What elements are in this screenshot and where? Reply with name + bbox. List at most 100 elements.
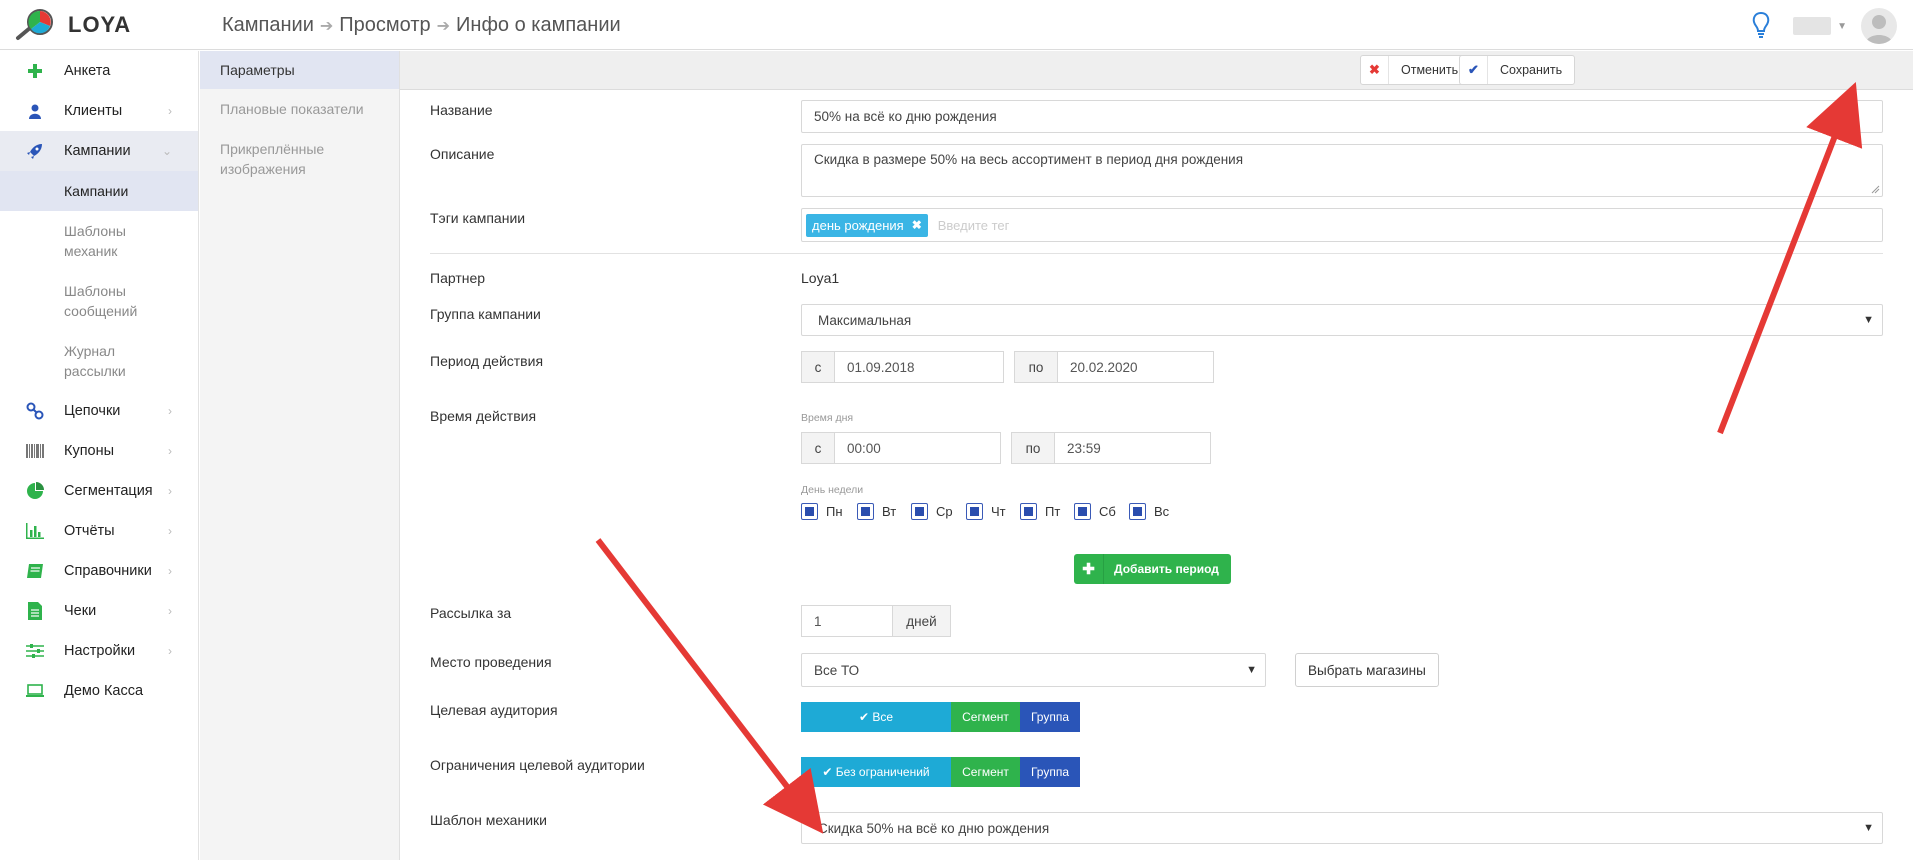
caret-down-icon: ▼ <box>1246 664 1257 676</box>
mailing-label: Рассылка за <box>430 605 512 621</box>
place-select[interactable]: Все ТО ▼ <box>801 653 1266 687</box>
chevron-right-icon: › <box>168 564 172 578</box>
period-to-addon: по <box>1014 351 1058 383</box>
top-header: LOYA Кампании ➔ Просмотр ➔ Инфо о кампан… <box>0 0 1913 50</box>
pie-chart-icon <box>26 482 44 500</box>
sidebar: Анкета Клиенты › Кампании ⌄ Кампании Шаб… <box>0 51 199 860</box>
weekday-checkbox-wed[interactable]: Ср <box>911 503 953 520</box>
time-label: Время действия <box>430 408 537 424</box>
avatar[interactable] <box>1861 8 1897 44</box>
limits-option-label: Без ограничений <box>835 765 930 779</box>
cancel-button[interactable]: ✖ Отменить <box>1360 55 1472 85</box>
limits-option-none[interactable]: ✔ Без ограничений <box>801 757 951 787</box>
sidebar-item-coupons[interactable]: Купоны › <box>0 431 198 471</box>
weekday-label: Сб <box>1099 504 1116 519</box>
weekday-checkbox-tue[interactable]: Вт <box>857 503 896 520</box>
weekday-checkbox-thu[interactable]: Чт <box>966 503 1006 520</box>
weekday-label: Пт <box>1045 504 1061 519</box>
description-textarea[interactable]: Скидка в размере 50% на весь ассортимент… <box>801 144 1883 197</box>
chevron-right-icon: › <box>168 604 172 618</box>
limits-option-segment[interactable]: Сегмент <box>951 757 1020 787</box>
breadcrumb-item: Инфо о кампании <box>456 14 621 36</box>
period-from-input[interactable]: 01.09.2018 <box>834 351 1004 383</box>
checkbox-checked-icon <box>1020 503 1037 520</box>
save-button-label: Сохранить <box>1500 63 1563 77</box>
audience-option-label: Все <box>872 710 894 724</box>
checkbox-checked-icon <box>857 503 874 520</box>
subnav-item-parameters[interactable]: Параметры <box>200 51 399 89</box>
limits-option-group[interactable]: Группа <box>1020 757 1080 787</box>
chevron-down-icon: ⌄ <box>161 144 172 158</box>
weekday-label: Чт <box>991 504 1006 519</box>
sidebar-subitem-mechanic-templates[interactable]: Шаблоны механик <box>0 211 150 271</box>
tag-placeholder: Введите тег <box>937 217 1010 233</box>
time-from-input[interactable]: 00:00 <box>834 432 1001 464</box>
weekday-checkbox-sat[interactable]: Сб <box>1074 503 1116 520</box>
campaign-form: Название 50% на всё ко дню рождения Опис… <box>400 90 1913 860</box>
place-value: Все ТО <box>814 662 860 678</box>
weekday-checkbox-mon[interactable]: Пн <box>801 503 843 520</box>
logo[interactable]: LOYA <box>14 8 131 42</box>
period-to-input[interactable]: 20.02.2020 <box>1057 351 1214 383</box>
remove-tag-icon[interactable]: ✖ <box>912 218 922 232</box>
chevron-right-icon: › <box>168 484 172 498</box>
tag-label: день рождения <box>812 217 904 233</box>
sidebar-item-label: Справочники <box>64 563 152 579</box>
arrow-right-icon: ➔ <box>319 17 334 35</box>
weekday-checkbox-sun[interactable]: Вс <box>1129 503 1169 520</box>
breadcrumb-item[interactable]: Кампании <box>222 14 314 37</box>
audience-option-segment[interactable]: Сегмент <box>951 702 1020 732</box>
breadcrumb-item[interactable]: Просмотр <box>339 14 430 37</box>
user-name[interactable] <box>1793 17 1832 35</box>
weekday-label: Вс <box>1154 504 1170 519</box>
subnav-item-plan-indicators[interactable]: Плановые показатели <box>200 89 399 129</box>
time-to-input[interactable]: 23:59 <box>1054 432 1211 464</box>
group-select[interactable]: Максимальная ▼ <box>801 304 1883 336</box>
sidebar-item-label: Настройки <box>64 643 136 659</box>
sidebar-item-label: Купоны <box>64 443 115 459</box>
sidebar-subitem-message-templates[interactable]: Шаблоны сообщений <box>0 271 150 331</box>
sidebar-item-reports[interactable]: Отчёты › <box>0 511 198 551</box>
checkbox-checked-icon <box>911 503 928 520</box>
template-select[interactable]: Скидка 50% на всё ко дню рождения ▼ <box>801 812 1883 844</box>
template-value: Скидка 50% на всё ко дню рождения <box>818 820 1050 836</box>
weekday-checkbox-fri[interactable]: Пт <box>1020 503 1060 520</box>
sidebar-item-directories[interactable]: Справочники › <box>0 551 198 591</box>
sidebar-item-receipts[interactable]: Чеки › <box>0 591 198 631</box>
barcode-icon <box>26 442 44 460</box>
sidebar-item-label: Цепочки <box>64 403 121 419</box>
sidebar-item-clients[interactable]: Клиенты › <box>0 91 198 131</box>
choose-stores-button[interactable]: Выбрать магазины <box>1295 653 1439 687</box>
sidebar-item-settings[interactable]: Настройки › <box>0 631 198 671</box>
sidebar-item-campaigns[interactable]: Кампании ⌄ <box>0 131 198 171</box>
partner-value: Loya1 <box>801 270 840 286</box>
chevron-down-icon[interactable]: ▼ <box>1837 21 1847 32</box>
lightbulb-icon[interactable] <box>1751 11 1771 41</box>
audience-option-group[interactable]: Группа <box>1020 702 1080 732</box>
sidebar-subitem-campaigns[interactable]: Кампании <box>0 171 198 211</box>
sidebar-item-label: Клиенты <box>64 103 123 119</box>
mailing-unit-addon: дней <box>892 605 951 637</box>
secondary-nav: Параметры Плановые показатели Прикреплён… <box>200 51 400 860</box>
time-from-addon: с <box>801 432 835 464</box>
sidebar-item-label: Анкета <box>64 63 111 79</box>
sidebar-item-segmentation[interactable]: Сегментация › <box>0 471 198 511</box>
name-input[interactable]: 50% на всё ко дню рождения <box>801 100 1883 133</box>
sidebar-item-demo-pos[interactable]: Демо Касса <box>0 671 198 711</box>
save-button[interactable]: ✔ Сохранить <box>1459 55 1576 85</box>
limits-segmented-control: ✔ Без ограничений Сегмент Группа <box>801 757 1080 787</box>
add-period-button[interactable]: ✚ Добавить период <box>1074 554 1231 584</box>
subnav-item-attached-images[interactable]: Прикреплённые изображения <box>200 129 350 179</box>
audience-option-all[interactable]: ✔ Все <box>801 702 951 732</box>
sidebar-item-anketa[interactable]: Анкета <box>0 51 198 91</box>
resize-handle-icon[interactable] <box>1870 184 1880 194</box>
caret-down-icon: ▼ <box>1863 822 1874 834</box>
audience-segmented-control: ✔ Все Сегмент Группа <box>801 702 1080 732</box>
book-icon <box>26 562 44 580</box>
mailing-days-input[interactable]: 1 <box>801 605 893 637</box>
sidebar-item-chains[interactable]: Цепочки › <box>0 391 198 431</box>
group-value: Максимальная <box>818 312 912 328</box>
sidebar-subitem-mailing-log[interactable]: Журнал рассылки <box>0 331 150 391</box>
sidebar-item-label: Отчёты <box>64 523 115 539</box>
tags-input[interactable]: день рождения ✖ Введите тег <box>801 208 1883 242</box>
